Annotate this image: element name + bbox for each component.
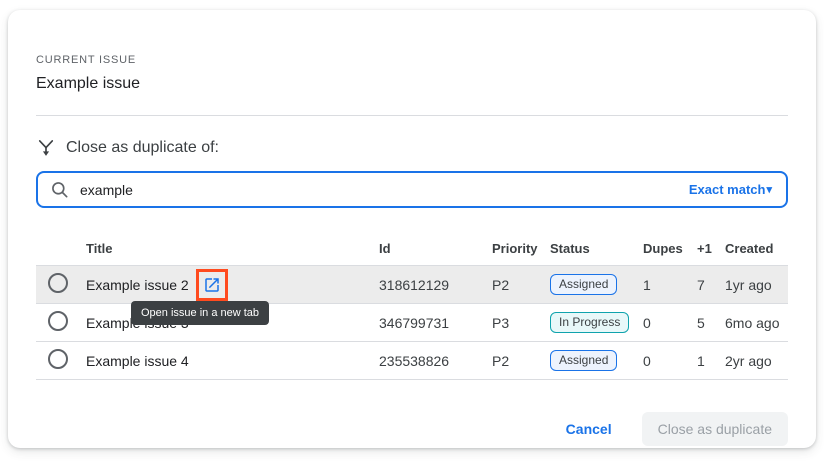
column-header-status: Status <box>550 241 643 256</box>
dialog-footer: Cancel Close as duplicate <box>36 412 788 446</box>
open-in-new-tab-icon[interactable] <box>203 276 221 294</box>
cell-id: 346799731 <box>379 315 492 331</box>
cell-created: 1yr ago <box>725 277 788 293</box>
cell-status: In Progress <box>550 312 643 333</box>
cell-priority: P2 <box>492 353 550 369</box>
cell-status: Assigned <box>550 274 643 295</box>
column-header-priority: Priority <box>492 241 550 256</box>
radio-button[interactable] <box>48 311 68 331</box>
cell-plus-one: 5 <box>697 315 725 331</box>
highlight-box <box>196 269 228 301</box>
column-header-plus-one: +1 <box>697 241 725 256</box>
cell-status: Assigned <box>550 350 643 371</box>
search-box: Exact match ▾ <box>36 171 788 208</box>
cell-priority: P3 <box>492 315 550 331</box>
cell-created: 6mo ago <box>725 315 788 331</box>
section-heading-label: Close as duplicate of: <box>66 139 219 157</box>
status-badge: Assigned <box>550 350 617 371</box>
search-icon <box>50 180 70 200</box>
close-as-duplicate-button[interactable]: Close as duplicate <box>642 412 788 446</box>
match-mode-dropdown[interactable]: Exact match ▾ <box>689 182 772 197</box>
cell-id: 318612129 <box>379 277 492 293</box>
cell-created: 2yr ago <box>725 353 788 369</box>
search-input[interactable] <box>80 182 679 198</box>
cell-dupes: 0 <box>643 353 697 369</box>
table-header-row: Title Id Priority Status Dupes +1 Create… <box>36 232 788 266</box>
cell-id: 235538826 <box>379 353 492 369</box>
tooltip: Open issue in a new tab <box>131 301 269 325</box>
table-row[interactable]: Example issue 2 318612129 P2 Assigned 1 … <box>36 266 788 304</box>
cell-priority: P2 <box>492 277 550 293</box>
cell-plus-one: 7 <box>697 277 725 293</box>
current-issue-title: Example issue <box>36 75 788 93</box>
cell-plus-one: 1 <box>697 353 725 369</box>
column-header-title: Title <box>86 241 379 256</box>
cell-dupes: 0 <box>643 315 697 331</box>
cell-title: Example issue 4 <box>86 353 379 369</box>
radio-button[interactable] <box>48 349 68 369</box>
section-heading: Close as duplicate of: <box>36 137 788 159</box>
column-header-dupes: Dupes <box>643 241 697 256</box>
table-row[interactable]: Example issue 4 235538826 P2 Assigned 0 … <box>36 342 788 380</box>
chevron-down-icon: ▾ <box>766 183 772 196</box>
match-mode-label: Exact match <box>689 182 766 197</box>
current-issue-label: CURRENT ISSUE <box>36 54 788 66</box>
cancel-button[interactable]: Cancel <box>562 415 616 443</box>
close-as-duplicate-dialog: CURRENT ISSUE Example issue Close as dup… <box>8 10 816 448</box>
divider <box>36 115 788 116</box>
column-header-created: Created <box>725 241 788 256</box>
column-header-id: Id <box>379 241 492 256</box>
radio-button[interactable] <box>48 273 68 293</box>
cell-title: Example issue 2 <box>86 269 379 301</box>
cell-dupes: 1 <box>643 277 697 293</box>
merge-icon <box>36 138 56 158</box>
status-badge: In Progress <box>550 312 629 333</box>
status-badge: Assigned <box>550 274 617 295</box>
